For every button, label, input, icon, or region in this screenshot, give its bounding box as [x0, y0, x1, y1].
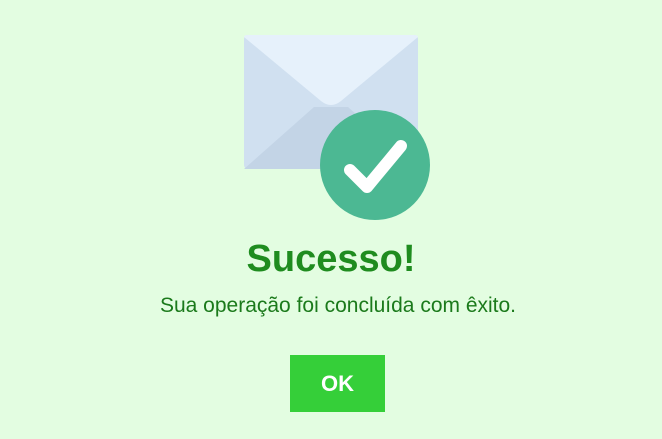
envelope-check-icon — [244, 35, 434, 220]
ok-button[interactable]: OK — [290, 355, 385, 412]
dialog-message: Sua operação foi concluída com êxito. — [159, 294, 517, 317]
success-dialog: Sucesso! Sua operação foi concluída com … — [0, 0, 662, 439]
dialog-title: Sucesso! — [246, 238, 416, 280]
